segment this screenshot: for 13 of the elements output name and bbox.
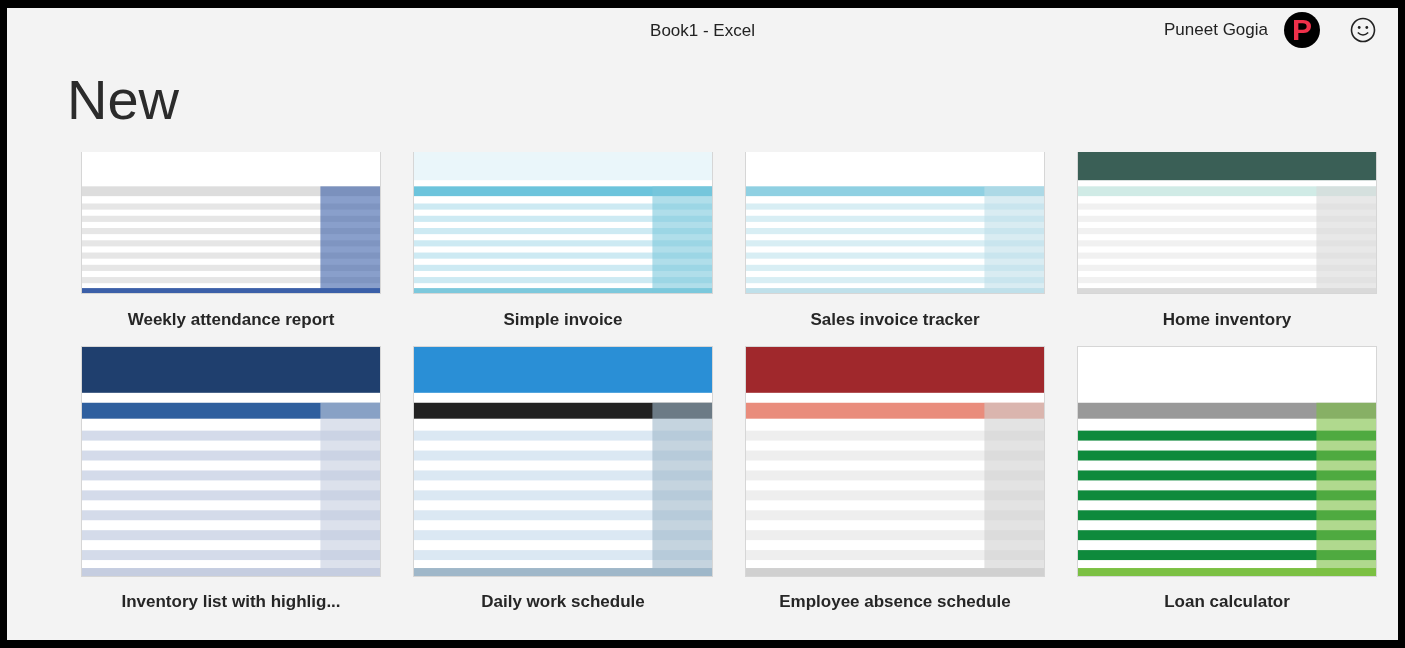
template-title[interactable]: Employee absence schedule	[745, 577, 1045, 627]
user-avatar[interactable]: P	[1284, 12, 1320, 48]
template-title[interactable]: Simple invoice	[413, 294, 713, 346]
smiley-icon[interactable]	[1350, 17, 1376, 43]
template-title[interactable]: Inventory list with highlig...	[81, 577, 381, 627]
window-title: Book1 - Excel	[650, 20, 755, 41]
template-title[interactable]: Loan calculator	[1077, 577, 1377, 627]
template-title[interactable]: Daily work schedule	[413, 577, 713, 627]
user-name: Puneet Gogia	[1164, 20, 1268, 40]
template-title[interactable]: Home inventory	[1077, 294, 1377, 346]
template-title[interactable]: Sales invoice tracker	[745, 294, 1045, 346]
page-heading: New	[66, 67, 181, 133]
template-title[interactable]: Weekly attendance report	[81, 294, 381, 346]
